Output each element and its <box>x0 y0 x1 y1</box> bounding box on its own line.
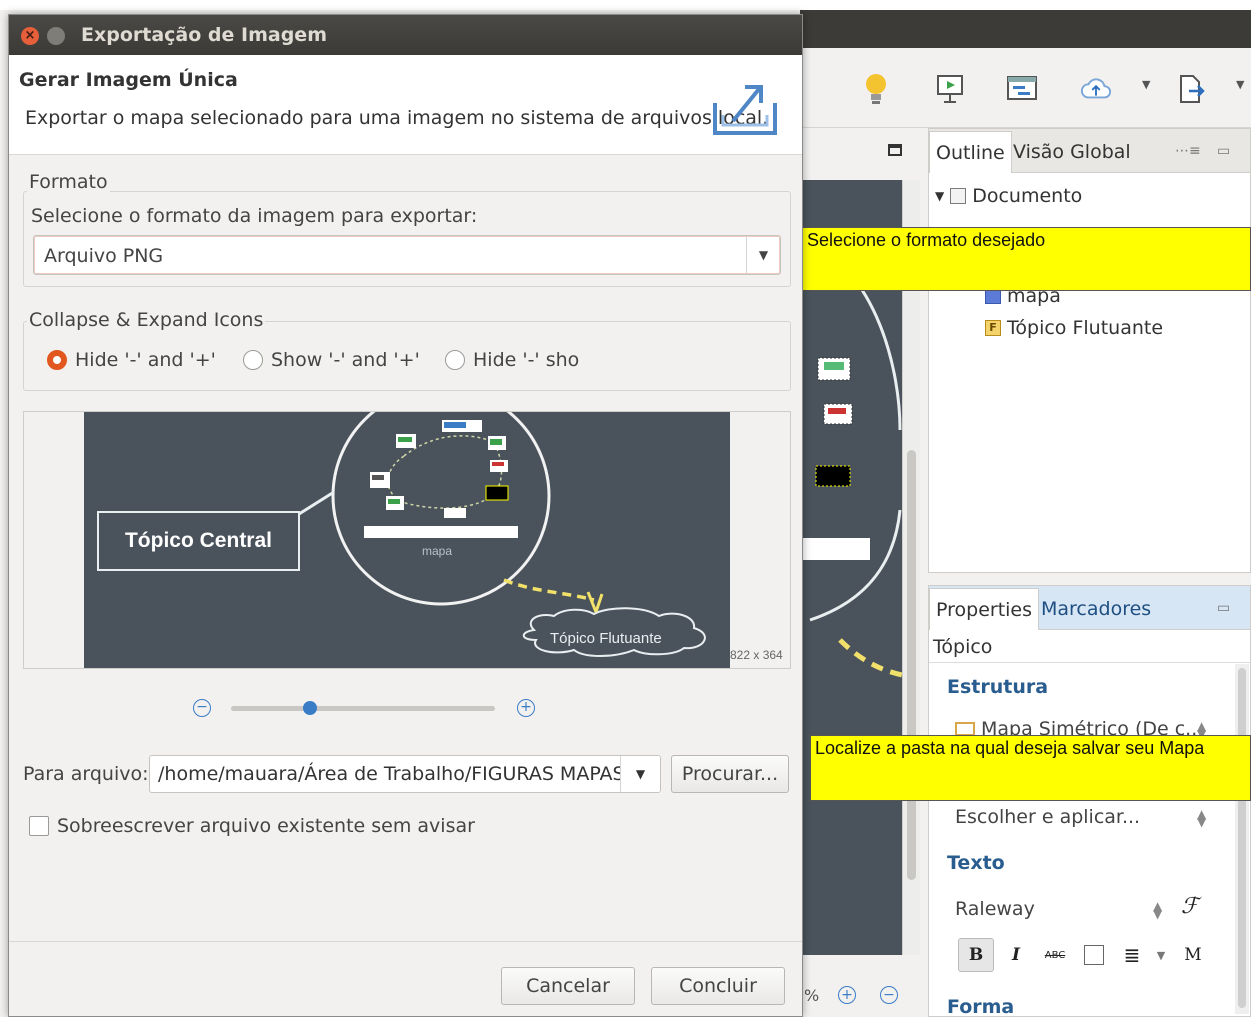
zoom-out-icon[interactable]: − <box>880 986 898 1004</box>
mind-map-canvas[interactable] <box>800 180 902 955</box>
lightbulb-icon[interactable] <box>860 72 892 106</box>
bold-button[interactable]: B <box>958 938 994 972</box>
canvas-zoom-bar: % + − <box>800 960 920 1017</box>
tree-expand-icon[interactable]: ▼ <box>935 189 944 203</box>
properties-scrollbar[interactable] <box>1235 664 1249 1014</box>
align-dropdown-caret[interactable]: ▼ <box>1152 938 1170 972</box>
radio-hide-icons[interactable]: Hide '-' and '+' <box>47 349 216 371</box>
checkbox[interactable] <box>29 816 49 836</box>
font-dialog-icon[interactable]: ℱ <box>1181 894 1198 919</box>
floating-topic-icon: F <box>985 320 1001 336</box>
preview-size-label: 822 x 364 <box>730 648 783 662</box>
export-icon[interactable] <box>1176 72 1208 106</box>
radio-show-icons[interactable]: Show '-' and '+' <box>243 349 420 371</box>
tab-global-view[interactable]: Visão Global <box>1007 131 1137 173</box>
zoom-in-icon[interactable]: + <box>517 699 535 717</box>
collapse-expand-legend: Collapse & Expand Icons <box>27 309 266 331</box>
tree-item-floating-topic[interactable]: F Tópico Flutuante <box>985 317 1163 339</box>
font-select[interactable]: Raleway <box>955 898 1035 920</box>
zoom-percent-text: % <box>804 986 820 1005</box>
structure-icon <box>955 722 975 736</box>
strikethrough-button[interactable]: ABC <box>1040 938 1070 972</box>
preview-map-image: Tópico Central mapa Tópico Flutuante <box>84 412 730 668</box>
maximize-editor-icon[interactable] <box>888 144 902 156</box>
properties-tab-bar: Properties Marcadores ▭ <box>929 586 1250 630</box>
outline-tab-bar: Outline Visão Global ⋯≡ ▭ <box>929 129 1250 173</box>
minimize-icon[interactable] <box>47 27 65 45</box>
italic-button[interactable]: I <box>1002 938 1030 972</box>
callout-folder: Localize a pasta na qual deseja salvar s… <box>810 735 1251 801</box>
file-path-value: /home/mauara/Área de Trabalho/FIGURAS MA… <box>158 763 644 785</box>
properties-subtitle: Tópico <box>933 636 993 658</box>
dialog-header: Gerar Imagem Única Exportar o mapa selec… <box>9 55 802 155</box>
preview-floating-topic: Tópico Flutuante <box>550 630 662 647</box>
zoom-out-icon[interactable]: − <box>193 699 211 717</box>
spinner-icon[interactable]: ▲ ▼ <box>1153 900 1162 920</box>
format-label: Selecione o formato da imagem para expor… <box>31 205 478 227</box>
close-icon[interactable]: × <box>21 27 39 45</box>
text-color-button[interactable] <box>1082 938 1106 972</box>
header-description: Exportar o mapa selecionado para uma ima… <box>25 107 769 129</box>
radio-button-checked[interactable] <box>47 350 67 370</box>
callout-format: Selecione o formato desejado <box>802 227 1251 291</box>
dialog-title: Exportação de Imagem <box>81 24 327 46</box>
tab-outline[interactable]: Outline <box>929 131 1012 173</box>
export-image-dialog: × Exportação de Imagem Gerar Imagem Únic… <box>8 14 803 1017</box>
gantt-view-icon[interactable] <box>1006 72 1038 106</box>
cancel-button[interactable]: Cancelar <box>501 967 635 1005</box>
preview-central-topic: Tópico Central <box>124 529 272 552</box>
minimize-panel-icon[interactable]: ▭ <box>1217 143 1230 159</box>
footer-divider <box>9 941 802 942</box>
radio-button[interactable] <box>243 350 263 370</box>
chevron-down-icon[interactable]: ▼ <box>620 756 660 792</box>
tree-item-label: Tópico Flutuante <box>1007 317 1164 339</box>
cloud-dropdown-caret[interactable]: ▼ <box>1142 78 1150 91</box>
cloud-upload-icon[interactable] <box>1080 72 1112 106</box>
outline-panel: Outline Visão Global ⋯≡ ▭ ▼ Documento ma… <box>928 128 1251 573</box>
header-title: Gerar Imagem Única <box>19 69 238 91</box>
spinner-icon[interactable]: ▲ ▼ <box>1197 808 1206 828</box>
zoom-in-icon[interactable]: + <box>838 986 856 1004</box>
zoom-slider-handle[interactable] <box>303 701 318 715</box>
divider <box>929 662 1250 663</box>
finish-button[interactable]: Concluir <box>651 967 785 1005</box>
radio-label: Hide '-' and '+' <box>75 349 216 371</box>
section-text[interactable]: Texto <box>947 852 1005 874</box>
format-select-value: Arquivo PNG <box>44 245 164 267</box>
export-dropdown-caret[interactable]: ▼ <box>1236 78 1244 91</box>
file-label: Para arquivo: <box>23 763 149 785</box>
file-path-combo[interactable]: /home/mauara/Área de Trabalho/FIGURAS MA… <box>149 755 661 793</box>
overwrite-label: Sobreescrever arquivo existente sem avis… <box>57 815 475 837</box>
radio-label: Hide '-' sho <box>473 349 580 371</box>
browse-button[interactable]: Procurar... <box>671 755 789 793</box>
tab-markers[interactable]: Marcadores <box>1035 588 1157 630</box>
minimize-panel-icon[interactable]: ▭ <box>1217 600 1230 616</box>
document-icon <box>950 188 967 204</box>
image-preview: Tópico Central mapa Tópico Flutuante 822… <box>23 411 791 669</box>
presentation-icon[interactable] <box>934 72 966 106</box>
tree-item-label: Documento <box>972 185 1083 207</box>
zoom-slider-track[interactable] <box>231 706 495 711</box>
format-group-legend: Formato <box>27 171 110 193</box>
radio-label: Show '-' and '+' <box>271 349 420 371</box>
tree-item-document[interactable]: ▼ Documento <box>935 185 1082 207</box>
tab-properties[interactable]: Properties <box>929 588 1040 630</box>
format-select[interactable]: Arquivo PNG ▼ <box>33 235 781 275</box>
chevron-down-icon[interactable]: ▼ <box>746 236 780 274</box>
canvas-vertical-scrollbar[interactable] <box>902 180 920 955</box>
radio-button[interactable] <box>445 350 465 370</box>
align-icon[interactable]: ≣ <box>1118 938 1146 972</box>
text-case-button[interactable]: M <box>1178 938 1208 972</box>
panel-menu-icon[interactable]: ⋯≡ <box>1175 143 1201 159</box>
app-title-strip <box>800 10 1251 48</box>
radio-hide-show-icons[interactable]: Hide '-' sho <box>445 349 579 371</box>
section-shape[interactable]: Forma <box>947 996 1014 1017</box>
preview-map-label: mapa <box>422 544 453 558</box>
dialog-titlebar[interactable]: × Exportação de Imagem <box>9 15 802 55</box>
overwrite-checkbox[interactable]: Sobreescrever arquivo existente sem avis… <box>29 815 475 837</box>
section-structure[interactable]: Estrutura <box>947 676 1048 698</box>
style-select[interactable]: Escolher e aplicar... <box>955 806 1140 828</box>
export-image-icon <box>709 77 779 139</box>
